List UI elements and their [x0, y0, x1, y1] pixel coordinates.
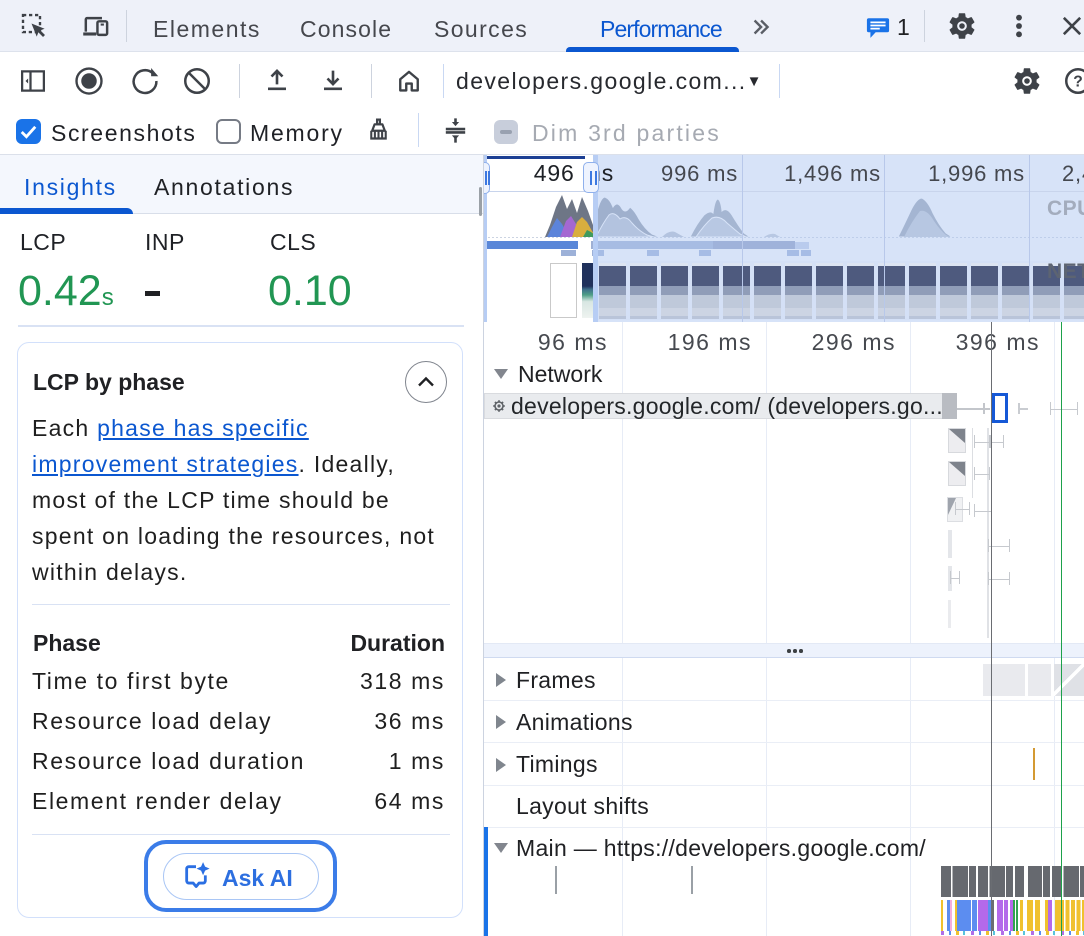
svg-text:?: ? [1073, 74, 1083, 91]
